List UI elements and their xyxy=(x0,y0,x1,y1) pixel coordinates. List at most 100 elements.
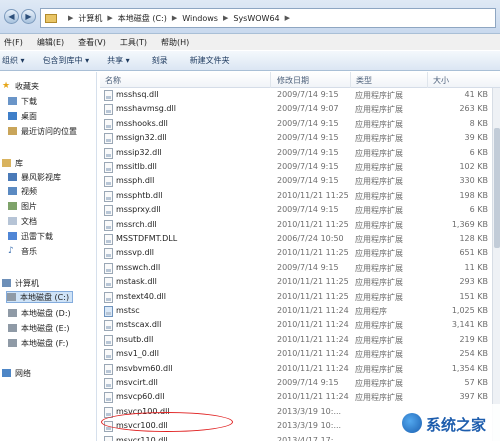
file-modified-date: 2013/3/19 10:... xyxy=(277,406,342,416)
file-size: 57 KB xyxy=(464,378,488,387)
file-row[interactable]: msswch.dll 2009/7/14 9:15 应用程序扩展 11 KB xyxy=(100,261,500,275)
menu-file[interactable]: 件(F) xyxy=(4,37,23,48)
breadcrumb-syswow64[interactable]: SysWOW64 xyxy=(233,14,279,23)
file-row[interactable]: mssitlb.dll 2009/7/14 9:15 应用程序扩展 102 KB xyxy=(100,160,500,174)
file-row[interactable]: mstask.dll 2010/11/21 11:25 应用程序扩展 293 KB xyxy=(100,275,500,289)
file-row[interactable]: msutb.dll 2010/11/21 11:24 应用程序扩展 219 KB xyxy=(100,333,500,347)
menu-tools[interactable]: 工具(T) xyxy=(120,37,147,48)
column-headers: 名称 修改日期 类型 大小 xyxy=(100,72,500,88)
file-row[interactable]: mssprxy.dll 2009/7/14 9:15 应用程序扩展 6 KB xyxy=(100,203,500,217)
nav-pictures[interactable]: 图片 xyxy=(8,200,37,212)
nav-drive-e[interactable]: 本地磁盘 (E:) xyxy=(8,322,70,334)
nav-videos[interactable]: 视频 xyxy=(8,185,37,197)
file-row[interactable]: msv1_0.dll 2010/11/21 11:24 应用程序扩展 254 KB xyxy=(100,347,500,361)
file-type: 应用程序扩展 xyxy=(355,105,403,115)
file-name: mssprxy.dll xyxy=(116,205,161,215)
nav-computer[interactable]: 计算机 xyxy=(2,277,39,289)
column-header-size[interactable]: 大小 xyxy=(433,75,449,86)
vertical-scrollbar[interactable] xyxy=(492,88,500,441)
nav-recent-places[interactable]: 最近访问的位置 xyxy=(8,125,77,137)
file-row[interactable]: mstsc 2010/11/21 11:24 应用程序 1,025 KB xyxy=(100,304,500,318)
back-arrow-icon[interactable]: ◀ xyxy=(4,9,19,24)
drive-icon xyxy=(7,293,16,301)
column-divider[interactable] xyxy=(427,72,428,88)
file-row[interactable]: msvcirt.dll 2009/7/14 9:15 应用程序扩展 57 KB xyxy=(100,376,500,390)
file-row[interactable]: mssphtb.dll 2010/11/21 11:25 应用程序扩展 198 KB xyxy=(100,189,500,203)
column-header-name[interactable]: 名称 xyxy=(105,75,121,86)
menu-edit[interactable]: 编辑(E) xyxy=(37,37,64,48)
file-size: 151 KB xyxy=(459,291,488,301)
star-icon: ★ xyxy=(2,81,11,91)
file-size: 128 KB xyxy=(459,234,488,243)
forward-arrow-icon[interactable]: ▶ xyxy=(21,9,36,24)
file-name: mssip32.dll xyxy=(116,147,162,157)
column-header-type[interactable]: 类型 xyxy=(356,75,372,86)
file-row[interactable]: msshavmsg.dll 2009/7/14 9:07 应用程序扩展 263 KB xyxy=(100,102,500,116)
nav-desktop[interactable]: 桌面 xyxy=(8,110,37,122)
file-modified-date: 2010/11/21 11:25 xyxy=(277,190,349,200)
dll-file-icon xyxy=(104,320,113,332)
column-header-date[interactable]: 修改日期 xyxy=(277,75,309,86)
breadcrumb-drive-c[interactable]: 本地磁盘 (C:) xyxy=(118,13,167,24)
file-row[interactable]: mssip32.dll 2009/7/14 9:15 应用程序扩展 6 KB xyxy=(100,146,500,160)
file-name: msvcr110.dll xyxy=(116,435,168,441)
dll-file-icon xyxy=(104,104,113,116)
chevron-right-icon: ▶ xyxy=(222,14,229,22)
file-type: 应用程序扩展 xyxy=(355,393,403,403)
dll-file-icon xyxy=(104,378,113,389)
file-row[interactable]: MSSTDFMT.DLL 2006/7/24 10:50 应用程序扩展 128 KB xyxy=(100,232,500,246)
file-row[interactable]: msshooks.dll 2009/7/14 9:15 应用程序扩展 8 KB xyxy=(100,117,500,131)
file-size: 11 KB xyxy=(464,262,488,272)
nav-baofeng-library[interactable]: 暴风影视库 xyxy=(8,171,61,183)
file-row[interactable]: msvcp60.dll 2010/11/21 11:24 应用程序扩展 397 KB xyxy=(100,390,500,404)
file-row[interactable]: mssrch.dll 2010/11/21 11:25 应用程序扩展 1,369 KB xyxy=(100,218,500,232)
nav-thunder-downloads[interactable]: 迅雷下载 xyxy=(8,230,53,242)
dll-file-icon xyxy=(104,435,113,441)
address-bar[interactable]: ▶ 计算机 ▶ 本地磁盘 (C:) ▶ Windows ▶ SysWOW64 ▶ xyxy=(40,8,496,28)
file-size: 293 KB xyxy=(459,277,488,287)
file-row[interactable]: mssign32.dll 2009/7/14 9:15 应用程序扩展 39 KB xyxy=(100,131,500,145)
breadcrumb-computer[interactable]: 计算机 xyxy=(78,13,102,24)
organize-button[interactable]: 组织 ▾ xyxy=(2,55,25,66)
file-row[interactable]: mstext40.dll 2010/11/21 11:25 应用程序扩展 151 KB xyxy=(100,290,500,304)
breadcrumb-windows[interactable]: Windows xyxy=(182,14,218,23)
new-folder-button[interactable]: 新建文件夹 xyxy=(190,55,230,66)
file-modified-date: 2009/7/14 9:15 xyxy=(277,118,339,128)
file-modified-date: 2010/11/21 11:24 xyxy=(277,363,349,373)
nav-network[interactable]: 网络 xyxy=(2,367,31,379)
share-button[interactable]: 共享 ▾ xyxy=(107,55,130,66)
file-size: 39 KB xyxy=(464,133,488,143)
nav-drive-f[interactable]: 本地磁盘 (F:) xyxy=(8,337,68,349)
file-row[interactable]: msvbvm60.dll 2010/11/21 11:24 应用程序扩展 1,354 … xyxy=(100,362,500,376)
nav-favorites[interactable]: ★ 收藏夹 xyxy=(2,80,39,92)
nav-documents[interactable]: 文档 xyxy=(8,215,37,227)
video-library-icon xyxy=(8,173,17,181)
menu-view[interactable]: 查看(V) xyxy=(78,37,106,48)
burn-button[interactable]: 刻录 xyxy=(152,55,168,66)
file-size: 397 KB xyxy=(459,392,488,402)
file-row[interactable]: mstscax.dll 2010/11/21 11:24 应用程序扩展 3,141 K… xyxy=(100,318,500,332)
menu-help[interactable]: 帮助(H) xyxy=(161,37,189,48)
nav-drive-c[interactable]: 本地磁盘 (C:) xyxy=(6,291,74,303)
documents-icon xyxy=(8,217,17,225)
nav-downloads[interactable]: 下载 xyxy=(8,95,37,107)
file-type: 应用程序扩展 xyxy=(355,119,403,129)
command-bar: 组织 ▾ 包含到库中 ▾ 共享 ▾ 刻录 新建文件夹 xyxy=(0,50,500,71)
file-row[interactable]: msshsq.dll 2009/7/14 9:15 应用程序扩展 41 KB xyxy=(100,88,500,102)
chevron-right-icon: ▶ xyxy=(107,14,113,22)
file-name: MSSTDFMT.DLL xyxy=(116,234,178,243)
nav-drive-d[interactable]: 本地磁盘 (D:) xyxy=(8,307,71,319)
scrollbar-thumb[interactable] xyxy=(494,128,500,248)
column-divider[interactable] xyxy=(350,72,351,88)
dll-file-icon xyxy=(104,90,113,101)
file-size: 254 KB xyxy=(459,349,488,359)
file-row[interactable]: mssph.dll 2009/7/14 9:15 应用程序扩展 330 KB xyxy=(100,174,500,188)
nav-libraries[interactable]: 库 xyxy=(2,157,23,169)
include-in-library-button[interactable]: 包含到库中 ▾ xyxy=(43,55,90,66)
drive-icon xyxy=(8,324,17,332)
nav-music[interactable]: ♪ 音乐 xyxy=(8,245,37,257)
column-divider[interactable] xyxy=(270,72,271,88)
file-modified-date: 2009/7/14 9:15 xyxy=(277,176,339,186)
file-name: mstask.dll xyxy=(116,277,157,287)
file-row[interactable]: mssvp.dll 2010/11/21 11:25 应用程序扩展 651 KB xyxy=(100,246,500,260)
